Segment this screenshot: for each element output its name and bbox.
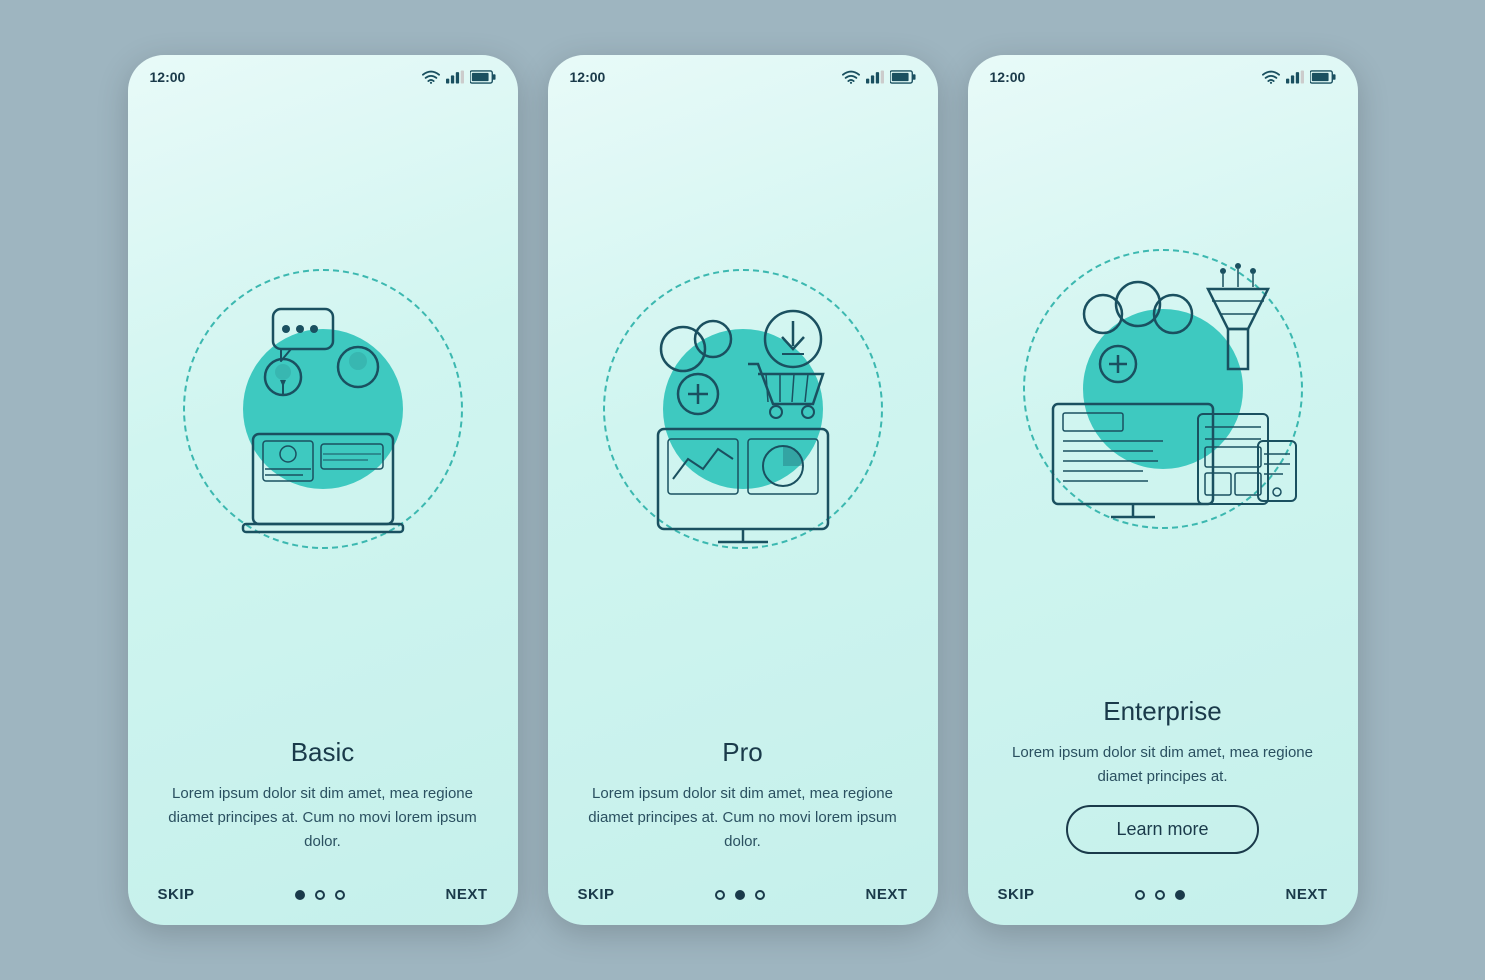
status-bar-enterprise: 12:00 <box>968 55 1358 91</box>
plan-title-basic: Basic <box>158 737 488 768</box>
dots-basic <box>295 890 345 900</box>
dot-3-basic <box>335 890 345 900</box>
phone-card-enterprise: 12:00 <box>968 55 1358 925</box>
dot-3-pro <box>755 890 765 900</box>
status-bar-pro: 12:00 <box>548 55 938 91</box>
dot-1-enterprise <box>1135 890 1145 900</box>
skip-button-basic[interactable]: SKIP <box>158 886 195 903</box>
battery-icon <box>470 70 496 84</box>
dashed-circle-enterprise <box>1023 249 1303 529</box>
status-time-enterprise: 12:00 <box>990 69 1026 85</box>
enterprise-illustration <box>1023 249 1303 529</box>
wifi-icon <box>422 70 440 84</box>
phone-card-pro: 12:00 <box>548 55 938 925</box>
dot-2-enterprise <box>1155 890 1165 900</box>
phone-card-basic: 12:00 <box>128 55 518 925</box>
dot-1-basic <box>295 890 305 900</box>
learn-more-button[interactable]: Learn more <box>1066 805 1258 854</box>
dot-2-pro <box>735 890 745 900</box>
skip-button-enterprise[interactable]: SKIP <box>998 886 1035 903</box>
dashed-circle-pro <box>603 269 883 549</box>
signal-icon <box>446 70 464 84</box>
plan-title-enterprise: Enterprise <box>998 696 1328 727</box>
status-icons-enterprise <box>1262 70 1336 84</box>
battery-icon-pro <box>890 70 916 84</box>
battery-icon-enterprise <box>1310 70 1336 84</box>
basic-illustration <box>193 279 453 539</box>
next-button-basic[interactable]: NEXT <box>445 886 487 903</box>
signal-icon-pro <box>866 70 884 84</box>
signal-icon-enterprise <box>1286 70 1304 84</box>
text-section-basic: Basic Lorem ipsum dolor sit dim amet, me… <box>128 727 518 876</box>
dashed-circle-basic <box>183 269 463 549</box>
illustration-area-basic <box>128 91 518 727</box>
next-button-pro[interactable]: NEXT <box>865 886 907 903</box>
bottom-nav-basic: SKIP NEXT <box>128 876 518 925</box>
illustration-area-enterprise <box>968 91 1358 686</box>
status-time-pro: 12:00 <box>570 69 606 85</box>
dot-2-basic <box>315 890 325 900</box>
next-button-enterprise[interactable]: NEXT <box>1285 886 1327 903</box>
plan-desc-enterprise: Lorem ipsum dolor sit dim amet, mea regi… <box>998 741 1328 789</box>
plan-title-pro: Pro <box>578 737 908 768</box>
status-icons-pro <box>842 70 916 84</box>
status-time-basic: 12:00 <box>150 69 186 85</box>
bottom-nav-enterprise: SKIP NEXT <box>968 876 1358 925</box>
skip-button-pro[interactable]: SKIP <box>578 886 615 903</box>
status-icons-basic <box>422 70 496 84</box>
wifi-icon-enterprise <box>1262 70 1280 84</box>
dot-3-enterprise <box>1175 890 1185 900</box>
plan-desc-basic: Lorem ipsum dolor sit dim amet, mea regi… <box>158 782 488 854</box>
plan-desc-pro: Lorem ipsum dolor sit dim amet, mea regi… <box>578 782 908 854</box>
dots-pro <box>715 890 765 900</box>
text-section-enterprise: Enterprise Lorem ipsum dolor sit dim ame… <box>968 686 1358 876</box>
wifi-icon-pro <box>842 70 860 84</box>
text-section-pro: Pro Lorem ipsum dolor sit dim amet, mea … <box>548 727 938 876</box>
illustration-area-pro <box>548 91 938 727</box>
screens-container: 12:00 <box>128 55 1358 925</box>
dots-enterprise <box>1135 890 1185 900</box>
status-bar-basic: 12:00 <box>128 55 518 91</box>
pro-illustration <box>608 274 878 544</box>
dot-1-pro <box>715 890 725 900</box>
bottom-nav-pro: SKIP NEXT <box>548 876 938 925</box>
